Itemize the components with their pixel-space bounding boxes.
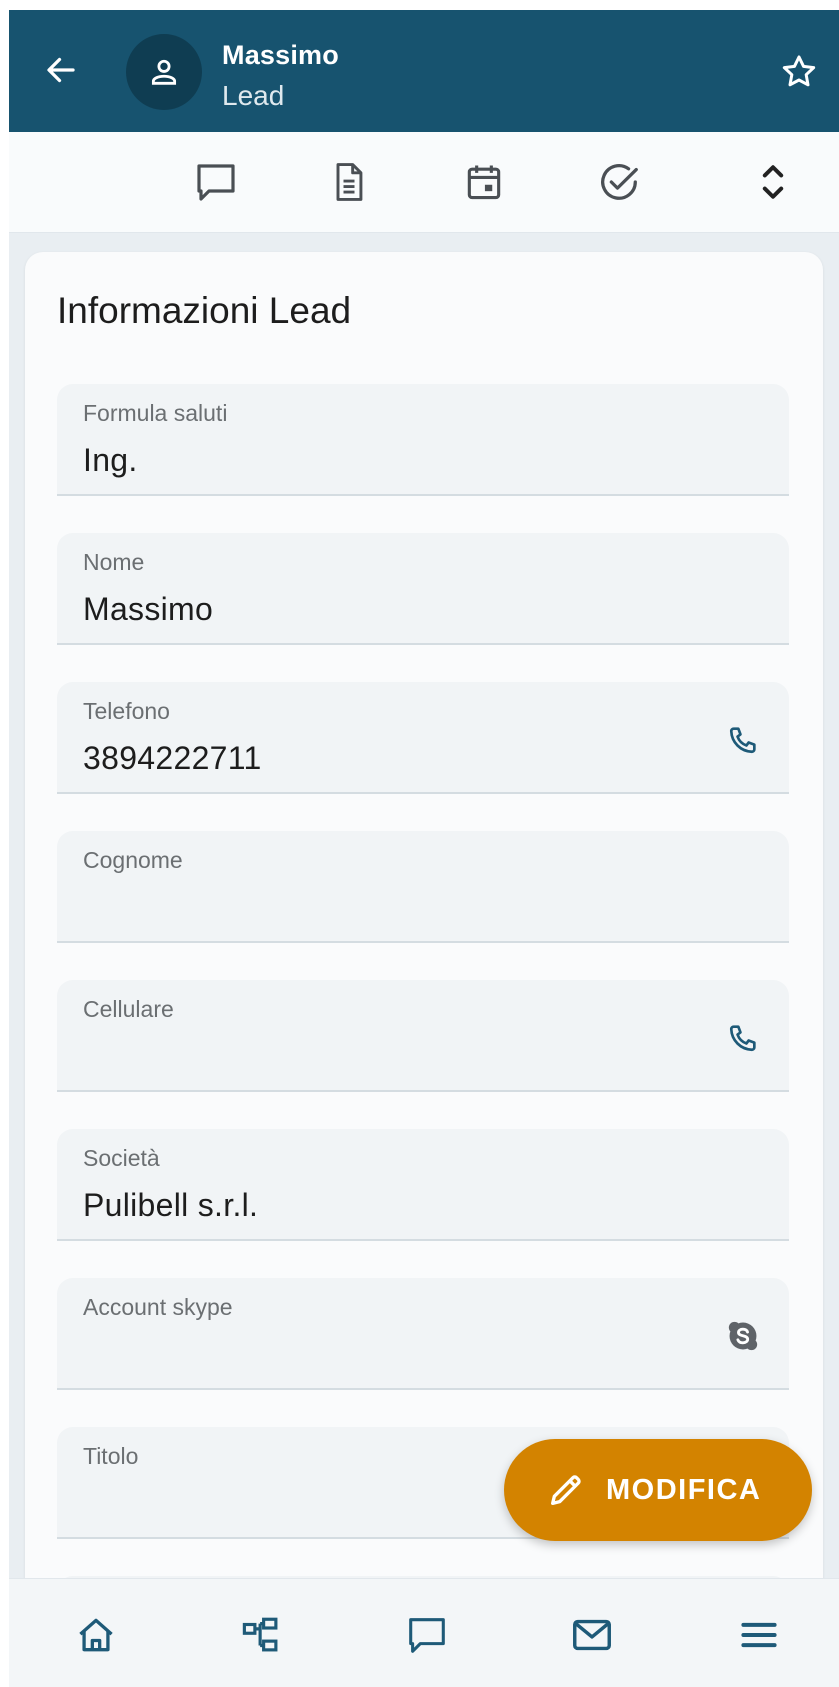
comment-button[interactable] [190, 158, 242, 206]
hierarchy-icon [242, 1617, 278, 1652]
company-field[interactable]: Società Pulibell s.r.l. [57, 1129, 789, 1241]
skype-call-button[interactable] [719, 1312, 767, 1360]
skype-field[interactable]: Account skype [57, 1278, 789, 1390]
nav-hierarchy[interactable] [235, 1609, 287, 1661]
phone-icon [729, 1025, 756, 1052]
star-outline-icon [782, 55, 816, 87]
call-button[interactable] [719, 716, 767, 764]
call-mobile-button[interactable] [719, 1014, 767, 1062]
field-value: 3894222711 [83, 740, 262, 776]
nav-messages[interactable] [401, 1609, 453, 1661]
app-screen: Massimo Lead Informazioni Lead Formula s… [9, 10, 839, 1687]
unfold-icon [762, 165, 784, 199]
edit-button[interactable]: MODIFICA [504, 1439, 812, 1541]
field-label: Titolo [83, 1443, 139, 1469]
field-value: Massimo [83, 591, 214, 627]
nav-home[interactable] [70, 1609, 122, 1661]
last-name-field[interactable]: Cognome [57, 831, 789, 943]
chat-bubble-icon [409, 1618, 445, 1653]
check-circle-icon [601, 164, 638, 200]
mail-icon [573, 1619, 611, 1651]
field-label: Formula saluti [83, 400, 228, 426]
lead-name: Massimo [222, 40, 339, 70]
card-title: Informazioni Lead [57, 290, 352, 331]
document-button[interactable] [323, 158, 375, 206]
field-label: Nome [83, 549, 145, 575]
avatar [126, 34, 202, 110]
nav-menu[interactable] [733, 1609, 785, 1661]
calendar-icon [467, 165, 501, 200]
salutation-field[interactable]: Formula saluti Ing. [57, 384, 789, 496]
edit-button-label: MODIFICA [606, 1473, 762, 1506]
home-icon [79, 1618, 113, 1652]
field-label: Società [83, 1145, 160, 1171]
task-button[interactable] [593, 158, 645, 206]
phone-icon [729, 727, 756, 754]
person-icon [151, 59, 177, 85]
field-value: Pulibell s.r.l. [83, 1187, 259, 1223]
nav-mail[interactable] [566, 1609, 618, 1661]
calendar-button[interactable] [458, 158, 510, 206]
back-button[interactable] [37, 46, 85, 94]
mobile-field[interactable]: Cellulare [57, 980, 789, 1092]
phone-field[interactable]: Telefono 3894222711 [57, 682, 789, 794]
pencil-icon [544, 1468, 588, 1512]
bottom-navigation [9, 1578, 839, 1687]
first-name-field[interactable]: Nome Massimo [57, 533, 789, 645]
arrow-left-icon [47, 57, 75, 83]
app-bar: Massimo Lead [9, 10, 839, 132]
field-label: Telefono [83, 698, 170, 724]
record-type: Lead [222, 80, 285, 111]
field-value: Ing. [83, 442, 138, 478]
skype-icon [728, 1321, 758, 1351]
chat-bubble-icon [197, 164, 235, 201]
document-icon [336, 163, 363, 201]
field-label: Account skype [83, 1294, 233, 1320]
menu-icon [741, 1622, 777, 1648]
field-label: Cognome [83, 847, 183, 873]
favorite-button[interactable] [775, 48, 823, 96]
field-label: Cellulare [83, 996, 174, 1022]
expand-button[interactable] [747, 158, 799, 206]
action-bar [9, 132, 839, 233]
